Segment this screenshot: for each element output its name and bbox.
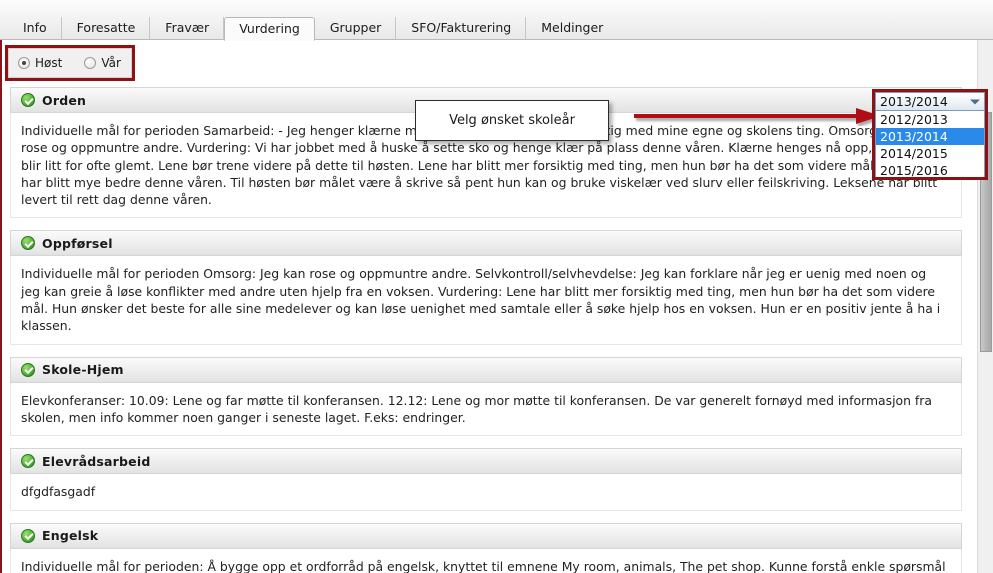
tab-label: Foresatte [76,20,136,35]
tab-label: Vurdering [239,21,300,36]
section-header[interactable]: Skole-Hjem [10,356,962,383]
section-skole-hjem: Skole-Hjem Elevkonferanser: 10.09: Lene … [4,356,978,437]
section-title: Skole-Hjem [42,362,124,378]
period-radio-group: Høst Vår [9,49,131,77]
school-year-dropdown[interactable]: 2013/2014 2012/2013 2013/2014 2014/2015 … [875,92,985,180]
tab-meldinger[interactable]: Meldinger [526,17,618,40]
green-check-icon [21,528,35,543]
assessment-scroll-area[interactable]: Orden Individuelle mål for perioden Sama… [4,87,993,573]
chevron-down-icon[interactable] [970,99,980,104]
section-title: Engelsk [42,528,99,544]
tab-strip: Info Foresatte Fravær Vurdering Grupper … [0,0,993,41]
period-selector: Høst Vår [8,48,132,78]
annotation-callout: Velg ønsket skoleår [415,100,609,141]
radio-label: Høst [35,56,63,70]
application-window: Info Foresatte Fravær Vurdering Grupper … [0,0,993,573]
green-check-icon [21,454,35,469]
section-header[interactable]: Elevrådsarbeid [10,448,962,475]
green-check-icon [21,236,35,251]
section-body: Individuelle mål for perioden: Å bygge o… [10,548,962,573]
radio-selected-icon[interactable] [18,57,30,69]
tab-info[interactable]: Info [8,17,62,40]
tab-grupper[interactable]: Grupper [315,17,397,40]
section-body: Individuelle mål for perioden Omsorg: Je… [10,256,962,345]
annotation-arrow [634,106,882,126]
tab-label: Fravær [165,20,210,35]
section-oppfoersel: Oppførsel Individuelle mål for perioden … [4,230,978,345]
section-body: Elevkonferanser: 10.09: Lene og far møtt… [10,382,962,437]
school-year-option-2015-2016[interactable]: 2015/2016 [876,162,984,179]
section-body: dfgdfasgadf [10,474,962,511]
green-check-icon [21,362,35,377]
tab-label: Grupper [329,20,382,35]
section-title: Elevrådsarbeid [42,453,151,469]
tab-fravaer[interactable]: Fravær [150,17,225,40]
arrow-icon [634,108,881,124]
section-header[interactable]: Oppførsel [10,230,962,257]
section-title: Orden [42,92,87,108]
tab-label: Info [23,20,47,35]
radio-unselected-icon[interactable] [84,57,97,69]
tab-label: Meldinger [541,20,604,35]
radio-hoest[interactable]: Høst [18,56,62,70]
radio-label: Vår [101,56,121,70]
green-check-icon [21,93,35,107]
school-year-option-2012-2013[interactable]: 2012/2013 [876,111,984,128]
tab-sfo-fakturering[interactable]: SFO/Fakturering [396,17,527,40]
section-title: Oppførsel [42,235,113,251]
school-year-option-list[interactable]: 2012/2013 2013/2014 2014/2015 2015/2016 [875,111,985,180]
tab-label: SFO/Fakturering [411,20,512,35]
school-year-option-2013-2014[interactable]: 2013/2014 [876,128,984,145]
tab-vurdering[interactable]: Vurdering [224,17,315,41]
vurdering-panel: Høst Vår Orden Individuelle mål for peri… [0,40,993,573]
section-header[interactable]: Engelsk [10,522,962,549]
school-year-selected-value: 2013/2014 [880,94,948,109]
assessment-sections: Orden Individuelle mål for perioden Sama… [4,87,978,573]
tab-foresatte[interactable]: Foresatte [62,17,151,40]
tab-list: Info Foresatte Fravær Vurdering Grupper … [8,17,618,41]
school-year-dropdown-field[interactable]: 2013/2014 [875,92,985,111]
section-elevraadsarbeid: Elevrådsarbeid dfgdfasgadf [4,448,978,511]
callout-text: Velg ønsket skoleår [449,113,575,128]
radio-vaar[interactable]: Vår [84,56,121,70]
school-year-option-2014-2015[interactable]: 2014/2015 [876,145,984,162]
section-engelsk: Engelsk Individuelle mål for perioden: Å… [4,522,978,573]
